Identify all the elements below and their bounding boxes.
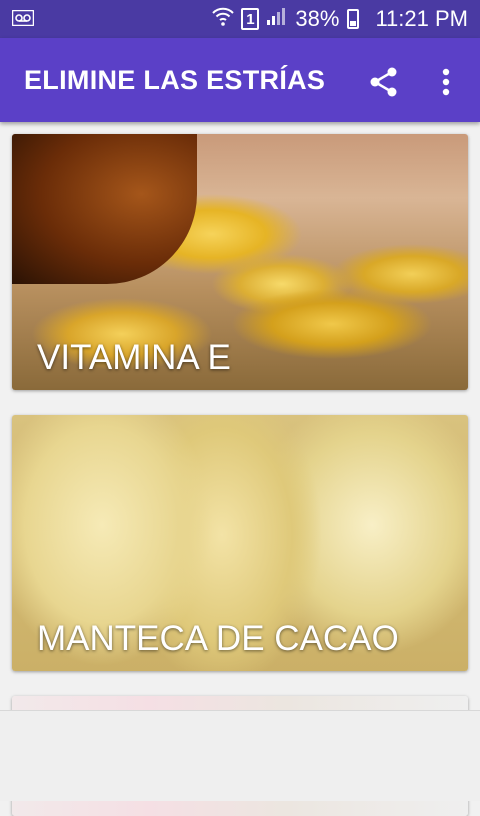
more-vert-icon (442, 68, 450, 96)
battery-percent: 38% (295, 6, 340, 31)
status-bar: 1 38% 11:21 PM (0, 0, 480, 38)
card-manteca-de-cacao[interactable]: MANTECA DE CACAO (12, 415, 468, 671)
card-title: MANTECA DE CACAO (37, 619, 399, 658)
share-icon (370, 67, 397, 97)
sim-icon: 1 (241, 8, 260, 30)
bottom-area (0, 710, 480, 801)
app-title: ELIMINE LAS ESTRÍAS (24, 65, 326, 95)
card-title: VITAMINA E (37, 338, 231, 377)
voicemail-icon (11, 9, 35, 27)
app-bar: ELIMINE LAS ESTRÍAS (0, 38, 480, 122)
status-icons: 1 38% 11:21 PM (211, 0, 468, 38)
card-image (12, 134, 197, 284)
card-vitamina-e[interactable]: VITAMINA E (12, 134, 468, 390)
share-button[interactable] (364, 62, 404, 102)
more-options-button[interactable] (430, 62, 462, 102)
wifi-icon (211, 5, 235, 33)
clock: 11:21 PM (375, 6, 468, 31)
battery-icon (347, 9, 360, 29)
signal-icon (265, 6, 289, 32)
